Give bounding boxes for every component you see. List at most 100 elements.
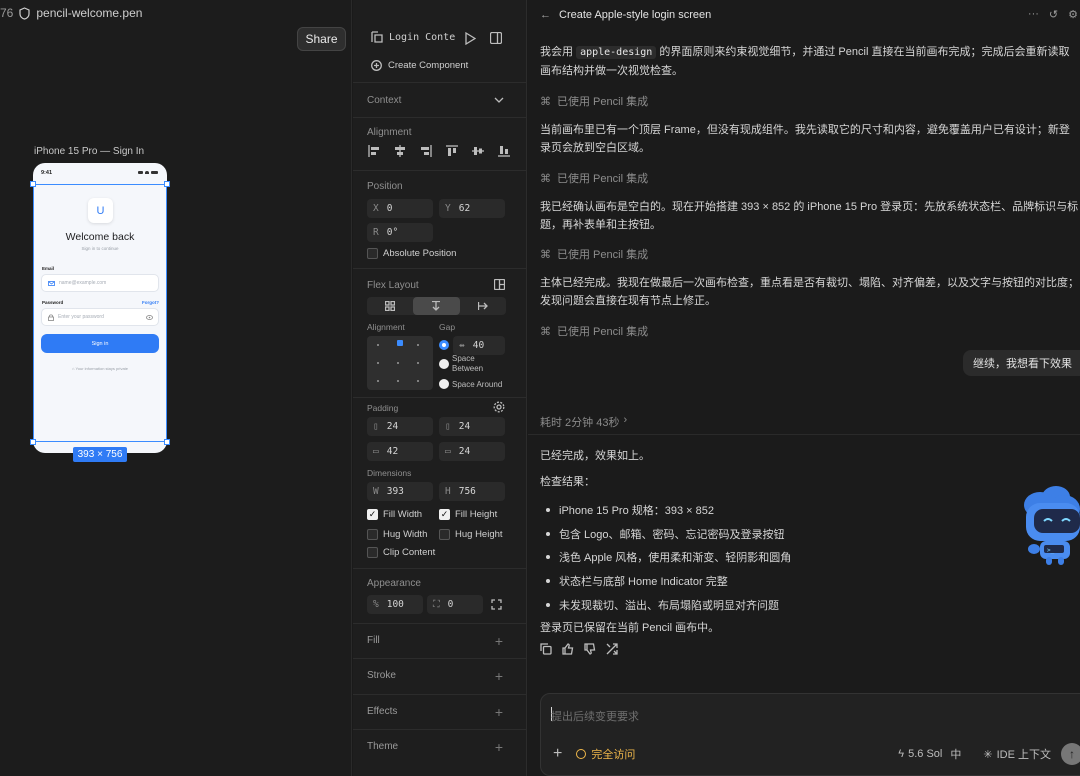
forgot-password-link[interactable]: Forgot? [142,300,159,305]
tool-call-row[interactable]: ⌘ 已使用 Pencil 集成 [540,170,648,186]
opacity-key: % [373,599,379,610]
padding-bottom-field[interactable]: ▭ 24 [439,442,505,461]
alignment-dot[interactable] [377,380,379,382]
fill-height-checkbox[interactable]: ✓ Fill Height [439,509,497,520]
stroke-section[interactable]: Stroke + [353,658,527,692]
share-button[interactable]: Share [297,27,346,51]
padding-right-field[interactable]: ▯ 24 [439,417,505,436]
final-message: 登录页已保留在当前 Pencil 画布中。 [540,622,720,634]
tool-label: 已使用 Pencil 集成 [557,249,649,261]
corner-radius-field[interactable]: ⛶ 0 [427,595,483,614]
send-button[interactable]: ↑ [1061,743,1080,765]
width-value: 393 [386,486,404,497]
play-icon[interactable] [464,32,476,45]
plus-icon[interactable]: + [495,739,503,755]
history-icon[interactable]: ↺ [1049,8,1058,21]
fill-section[interactable]: Fill + [353,623,527,657]
context-title[interactable]: Context [367,95,401,106]
space-between-radio[interactable] [439,359,449,369]
x-field[interactable]: X0 [367,199,433,218]
width-field[interactable]: W 393 [367,482,433,501]
phone-frame[interactable]: 9:41 U Welcome back Sign in to continue … [33,163,167,453]
expand-corners-icon[interactable] [491,599,502,610]
alignment-tools [368,145,510,157]
checkbox-box [367,547,378,558]
flex-horizontal-option[interactable] [460,297,506,315]
alignment-dot[interactable] [397,380,399,382]
tool-call-row[interactable]: ⌘ 已使用 Pencil 集成 [540,246,648,262]
gap-radio[interactable] [439,340,449,350]
file-name: pencil-welcome.pen [36,6,143,20]
access-mode-button[interactable]: 完全访问 [576,746,635,762]
add-attachment-icon[interactable]: + [553,745,562,763]
frame-label[interactable]: iPhone 15 Pro — Sign In [34,146,144,157]
align-left-icon[interactable] [368,145,380,157]
signin-button[interactable]: Sign in [41,334,159,353]
model-selector[interactable]: ϟ 5.6 Sol 中 [898,746,961,762]
plus-icon[interactable]: + [495,704,503,720]
plus-icon[interactable]: + [495,668,503,684]
alignment-dot[interactable] [417,362,419,364]
gear-icon[interactable] [493,401,505,413]
email-label: Email [42,266,55,271]
align-right-icon[interactable] [420,145,432,157]
component-row[interactable]: Login Conte [371,31,455,43]
chevron-down-icon[interactable] [494,97,504,104]
tool-call-row[interactable]: ⌘ 已使用 Pencil 集成 [540,93,648,109]
alignment-dot[interactable] [397,362,399,364]
plus-icon[interactable]: + [495,633,503,649]
elapsed-time[interactable]: 耗时 2分钟 43秒 › [540,414,627,430]
alignment-dot[interactable] [377,344,379,346]
y-field[interactable]: Y 62 [439,199,505,218]
rotation-field[interactable]: R 0° [367,223,433,242]
tool-call-row[interactable]: ⌘ 已使用 Pencil 集成 [540,323,648,339]
flex-vertical-option[interactable] [413,297,460,315]
align-center-h-icon[interactable] [394,145,406,157]
eye-icon[interactable] [146,314,153,320]
panel-toggle-icon[interactable] [490,32,502,44]
clip-content-checkbox[interactable]: Clip Content [367,547,435,558]
password-field[interactable]: Enter your password [41,308,159,326]
more-icon[interactable]: ··· [1028,8,1039,21]
component-name[interactable]: Login Conte [389,32,455,43]
design-canvas[interactable]: 76 pencil-welcome.pen Share iPhone 15 Pr… [0,0,352,776]
ide-context-button[interactable]: ✳ IDE 上下文 [983,746,1051,762]
alignment-dot[interactable] [417,380,419,382]
effects-section[interactable]: Effects + [353,694,527,728]
flex-grid-option[interactable] [367,297,413,315]
hug-height-checkbox[interactable]: Hug Height [439,529,503,540]
fork-icon[interactable] [606,643,618,655]
gap-field[interactable]: ⇹ 40 [453,336,505,355]
hug-width-checkbox[interactable]: Hug Width [367,529,427,540]
alignment-dot[interactable] [377,362,379,364]
copy-icon[interactable] [540,643,552,655]
opacity-field[interactable]: % 100 [367,595,423,614]
flex-direction-toggle[interactable] [367,297,506,315]
list-item: 未发现裁切、溢出、布局塌陷或明显对齐问题 [546,593,791,617]
height-field[interactable]: H 756 [439,482,505,501]
composer-placeholder[interactable]: 提出后续变更要求 [551,708,639,724]
fill-width-checkbox[interactable]: ✓ Fill Width [367,509,422,520]
y-key: Y [445,203,451,214]
file-tab[interactable]: 76 pencil-welcome.pen [0,0,352,26]
composer[interactable]: 提出后续变更要求 + 完全访问 ϟ 5.6 Sol 中 ✳ IDE 上下文 ↑ [540,693,1080,776]
space-around-radio[interactable] [439,379,449,389]
inline-code: apple-design [576,46,657,59]
absolute-position-checkbox[interactable]: Absolute Position [367,248,456,259]
alignment-dot[interactable] [417,344,419,346]
back-arrow-icon[interactable]: ← [540,9,551,21]
align-center-v-icon[interactable] [472,145,484,157]
align-bottom-icon[interactable] [498,145,510,157]
alignment-grid[interactable] [367,336,433,390]
checkbox-box [439,529,450,540]
create-component-button[interactable]: Create Component [371,60,468,71]
thumbs-up-icon[interactable] [562,643,574,655]
thumbs-down-icon[interactable] [584,643,596,655]
padding-left-field[interactable]: ▯ 24 [367,417,433,436]
padding-top-field[interactable]: ▭ 42 [367,442,433,461]
align-top-icon[interactable] [446,145,458,157]
layout-options-icon[interactable] [494,279,505,290]
email-field[interactable]: name@example.com [41,274,159,292]
theme-section[interactable]: Theme + [353,729,527,763]
settings-icon[interactable]: ⚙ [1068,8,1078,21]
